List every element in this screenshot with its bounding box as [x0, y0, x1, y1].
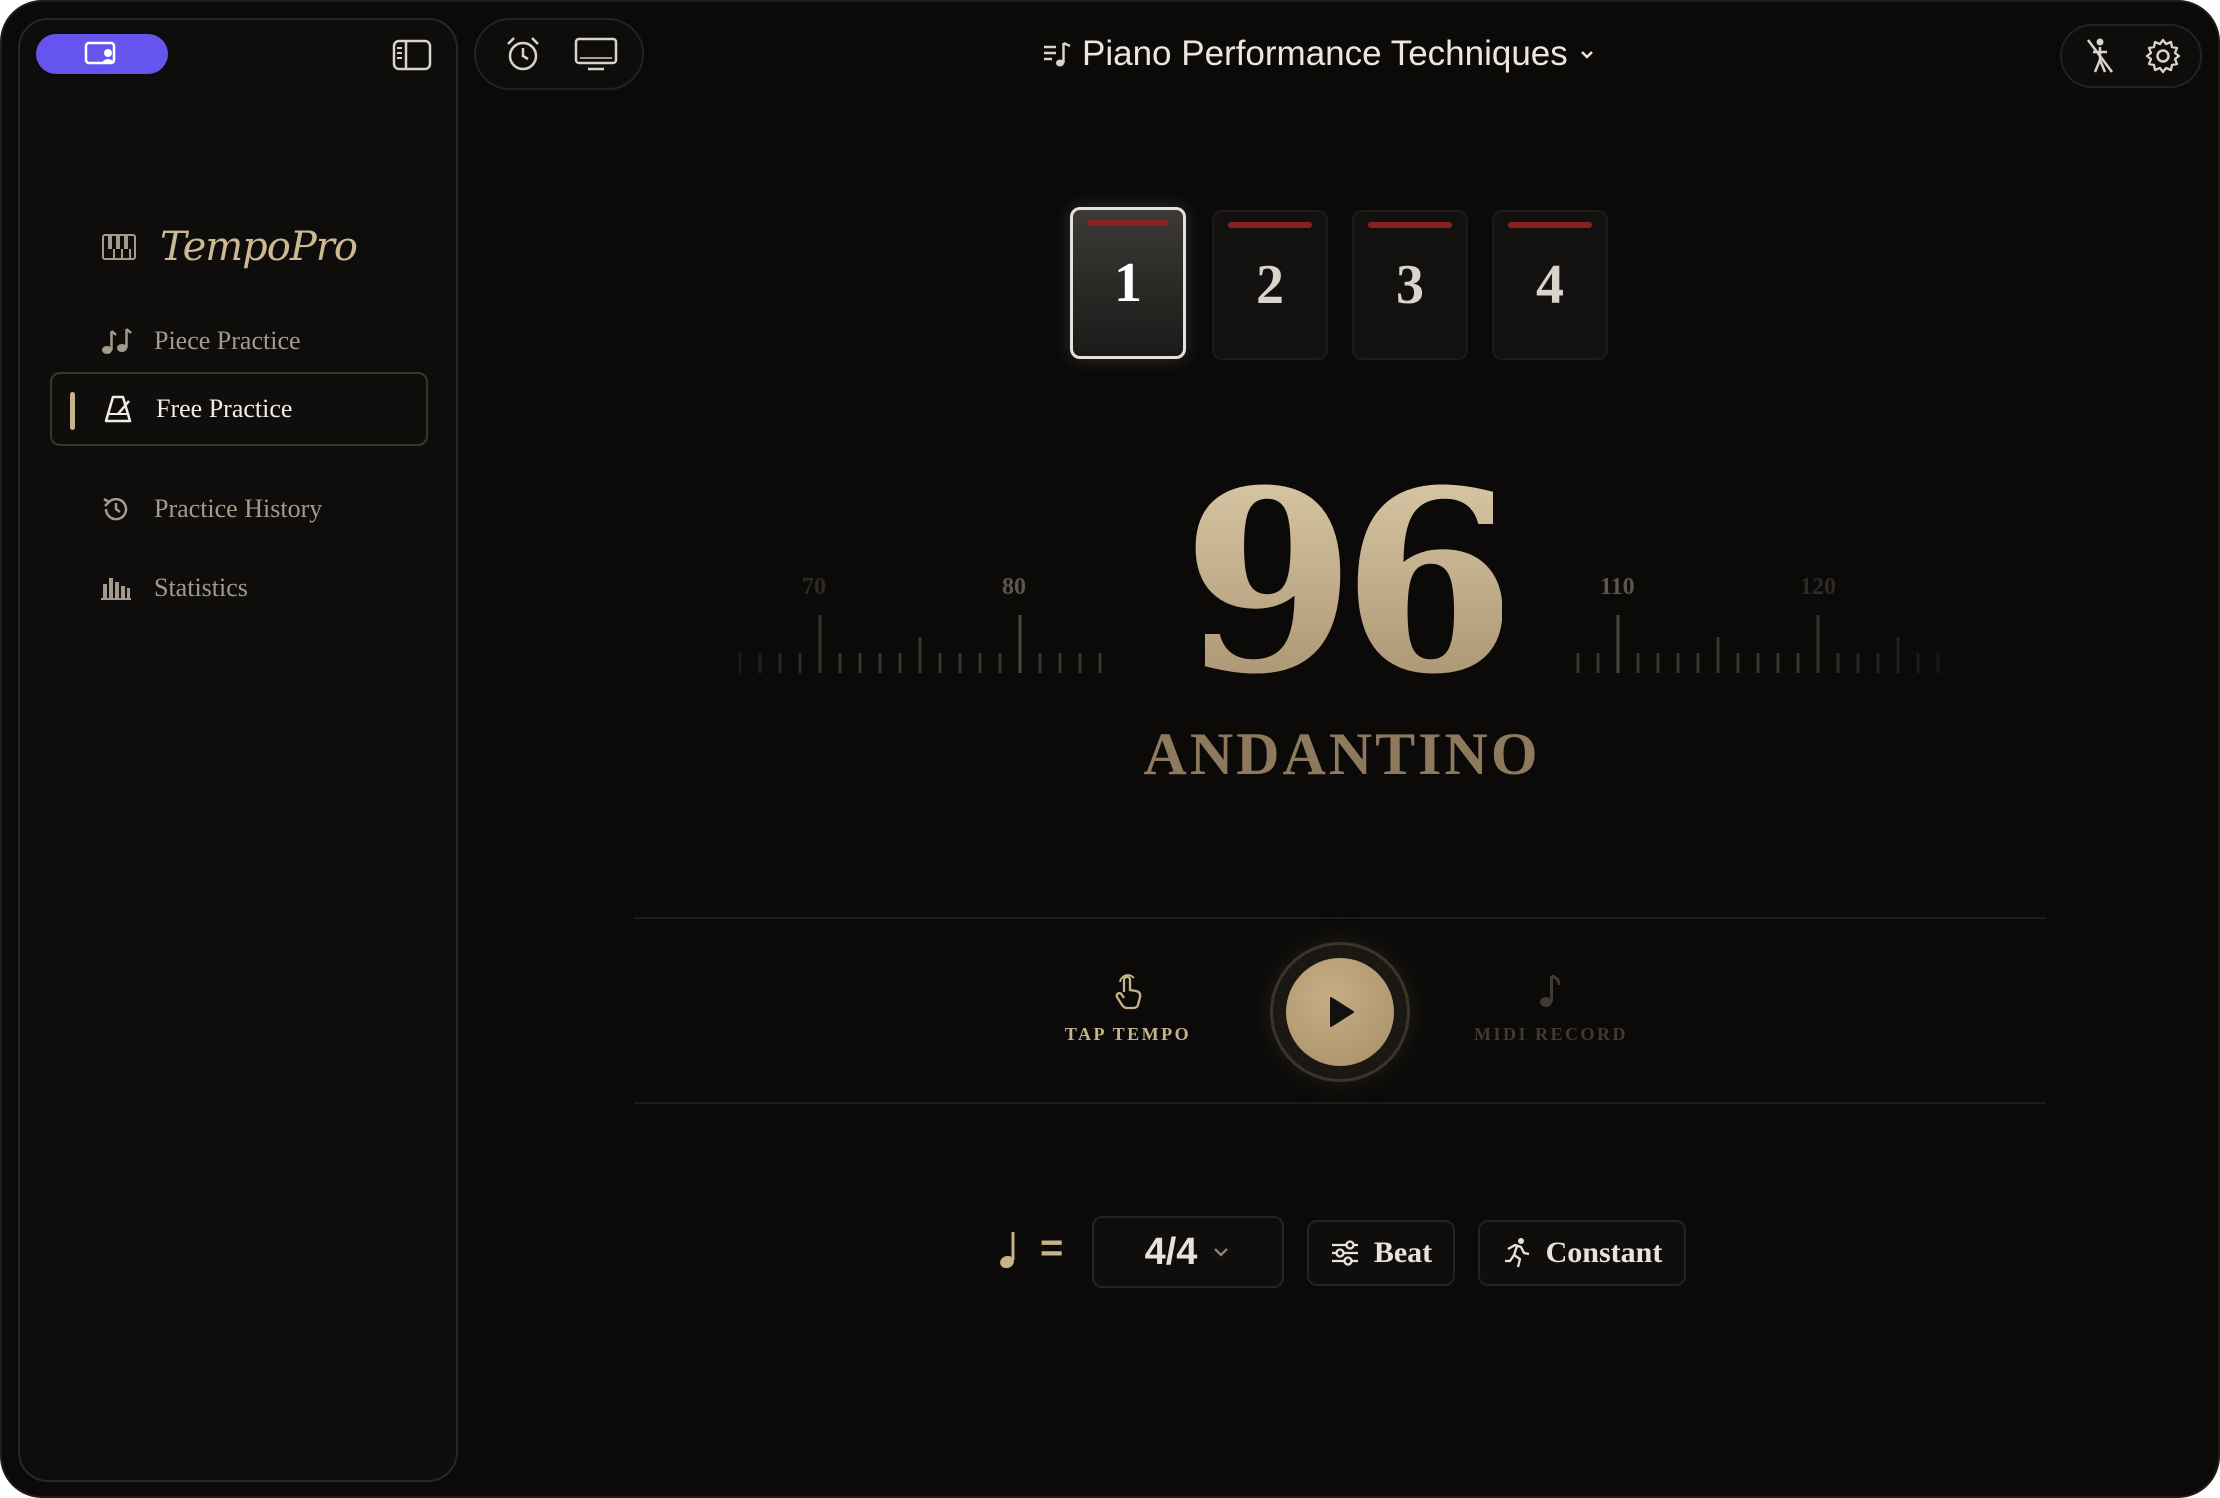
sidebar-item-statistics[interactable]: Statistics — [50, 551, 428, 625]
running-person-icon — [1504, 1238, 1529, 1268]
accent-marker — [1508, 222, 1592, 228]
mode-label: Constant — [1545, 1236, 1663, 1269]
toolbar-left — [474, 18, 644, 90]
beat-indicator-3[interactable]: 3 — [1352, 210, 1468, 360]
alarm-clock-icon — [506, 37, 539, 71]
beat-settings-button[interactable]: Beat — [1307, 1220, 1455, 1286]
beat-unit-selector[interactable]: = — [998, 1226, 1063, 1271]
sidebar-item-label: Statistics — [154, 573, 248, 602]
display-button[interactable] — [571, 29, 621, 79]
ruler-label: 70 — [802, 574, 826, 600]
chevron-down-icon — [1214, 1248, 1229, 1257]
posture-toggle-button[interactable] — [2075, 31, 2125, 81]
beat-indicator-2[interactable]: 2 — [1212, 210, 1328, 360]
sidebar-item-piece-practice[interactable]: Piece Practice — [50, 304, 428, 378]
sidebar-toggle-button[interactable] — [390, 36, 434, 74]
sidebar: TempoPro Piece Practice Free Practice Pr… — [18, 18, 458, 1482]
play-button[interactable] — [1270, 942, 1410, 1082]
music-note-icon — [1540, 974, 1561, 1007]
gear-icon — [2145, 38, 2180, 74]
play-icon — [1330, 997, 1354, 1027]
quarter-note-icon — [1000, 1231, 1015, 1268]
accent-marker — [1087, 220, 1169, 226]
sliders-icon — [1331, 1240, 1358, 1266]
divider — [634, 917, 2046, 919]
accent-marker — [1228, 222, 1312, 228]
accent-marker — [1368, 222, 1452, 228]
page-title: Piano Performance Techniques — [1082, 34, 1568, 73]
brand-name: TempoPro — [160, 224, 358, 270]
person-off-icon — [2086, 38, 2113, 73]
music-notes-icon — [100, 325, 132, 357]
app-window: TempoPro Piece Practice Free Practice Pr… — [0, 0, 2220, 1498]
midi-record-button[interactable]: MIDI RECORD — [1472, 972, 1630, 1045]
ruler-ticks-right — [1576, 615, 1940, 673]
time-signature-value: 4/4 — [1144, 1230, 1198, 1273]
bar-chart-icon — [100, 572, 132, 604]
settings-button[interactable] — [2138, 31, 2188, 81]
sidebar-panel-icon — [392, 39, 432, 71]
time-signature-select[interactable]: 4/4 — [1092, 1216, 1284, 1288]
tap-hand-icon — [1115, 974, 1142, 1010]
tempo-mode-button[interactable]: Constant — [1478, 1220, 1686, 1286]
screen-share-icon — [84, 41, 116, 65]
chevron-down-icon — [1580, 51, 1593, 59]
screen-share-button[interactable] — [36, 34, 168, 74]
history-icon — [100, 493, 132, 525]
tap-tempo-button[interactable]: TAP TEMPO — [1060, 972, 1196, 1045]
play-button-face — [1286, 958, 1394, 1066]
beat-indicator-1[interactable]: 1 — [1070, 207, 1186, 359]
metronome-icon — [102, 393, 134, 425]
note-equals: = — [1040, 1226, 1064, 1270]
piece-selector[interactable]: Piano Performance Techniques — [1042, 30, 1596, 78]
sidebar-item-free-practice[interactable]: Free Practice — [50, 372, 428, 446]
piano-icon — [102, 234, 136, 260]
ruler-label: 80 — [1002, 574, 1026, 600]
sidebar-item-label: Practice History — [154, 494, 323, 523]
beat-label: Beat — [1373, 1236, 1433, 1269]
brand: TempoPro — [102, 224, 358, 270]
alarm-button[interactable] — [498, 29, 548, 79]
playlist-music-icon — [1044, 41, 1071, 67]
monitor-icon — [574, 37, 617, 71]
beat-indicator-4[interactable]: 4 — [1492, 210, 1608, 360]
ruler-label: 110 — [1600, 574, 1635, 600]
divider — [634, 1102, 2046, 1104]
sidebar-item-label: Free Practice — [156, 394, 293, 423]
ruler-ticks-left — [738, 615, 1102, 673]
sidebar-item-label: Piece Practice — [154, 326, 301, 355]
active-indicator — [70, 392, 75, 430]
sidebar-item-practice-history[interactable]: Practice History — [50, 472, 428, 546]
tempo-marking: ANDANTINO — [1143, 721, 1541, 787]
toolbar-right — [2060, 24, 2202, 88]
tempo-bpm[interactable]: 96 — [1182, 435, 1516, 729]
ruler-label: 120 — [1800, 574, 1836, 600]
